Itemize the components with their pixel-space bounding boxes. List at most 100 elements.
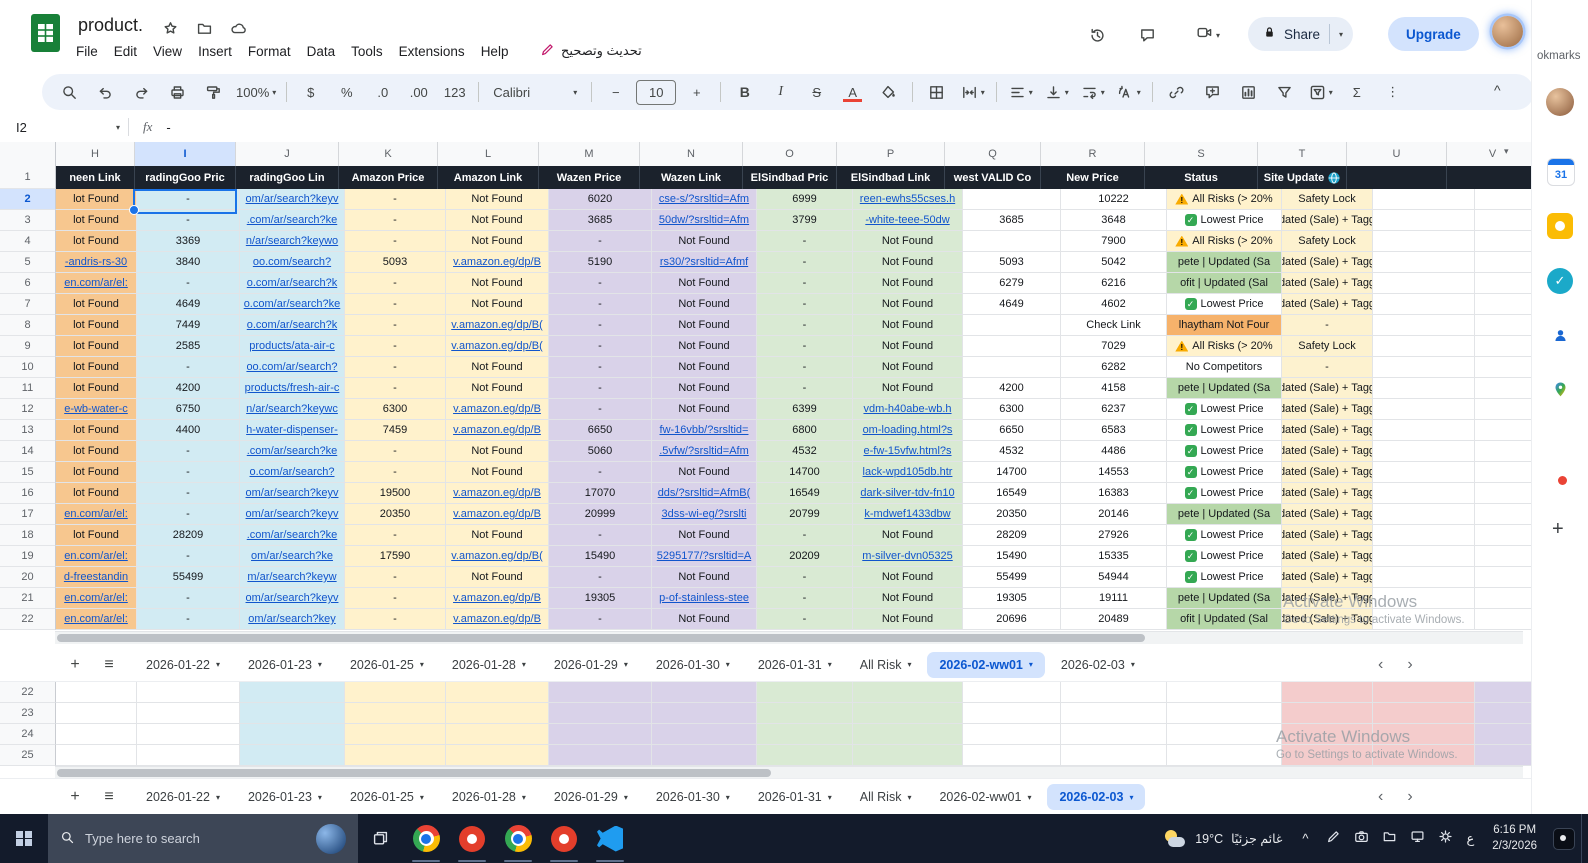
cell-S22[interactable]: ofit | Updated (Sal	[1167, 609, 1282, 630]
cell-T12[interactable]: dated (Sale) + Tagg	[1282, 399, 1373, 420]
cell-I2[interactable]: -	[137, 189, 240, 210]
font-family-button[interactable]: Calibri▾	[485, 78, 585, 106]
cell-T18[interactable]: dated (Sale) + Tagg	[1282, 525, 1373, 546]
sheet-tab-2026-01-29-lower[interactable]: 2026-01-29▾	[542, 784, 640, 810]
add-sheet-button[interactable]: +	[58, 656, 92, 674]
row-header-9[interactable]: 9	[0, 336, 56, 357]
cell-U15[interactable]	[1373, 462, 1475, 483]
cell-M3[interactable]: 3685	[549, 210, 652, 231]
camera-tray-icon[interactable]	[1354, 829, 1369, 849]
row-header-13[interactable]: 13	[0, 420, 56, 441]
cell2-N23[interactable]	[652, 703, 757, 724]
chrome-taskbar-icon[interactable]	[403, 814, 449, 863]
sheet-tab-2026-01-28-upper[interactable]: 2026-01-28▾	[440, 652, 538, 678]
add-sheet-button[interactable]: +	[58, 788, 92, 806]
user-avatar[interactable]	[1492, 16, 1523, 47]
cell-H7[interactable]: lot Found	[56, 294, 137, 315]
cell-H10[interactable]: lot Found	[56, 357, 137, 378]
cell-L21[interactable]: v.amazon.eg/dp/B	[446, 588, 549, 609]
version-history-button[interactable]	[1078, 16, 1116, 54]
column-header-T[interactable]: T	[1258, 142, 1347, 167]
cell-S15[interactable]: ✓Lowest Price	[1167, 462, 1282, 483]
cell-N17[interactable]: 3dss-wi-eg/?srslti	[652, 504, 757, 525]
cell-U17[interactable]	[1373, 504, 1475, 525]
borders-button[interactable]	[919, 78, 954, 106]
cell-O3[interactable]: 3799	[757, 210, 853, 231]
cell2-P25[interactable]	[853, 745, 963, 766]
cell2-L22[interactable]	[446, 682, 549, 703]
cell-N2[interactable]: cse-s/?srsltid=Afm	[652, 189, 757, 210]
zoom-button[interactable]: 100%▾	[232, 78, 280, 106]
header-cell-O[interactable]: ElSindbad Pric	[743, 166, 837, 189]
cell-J9[interactable]: products/ata-air-c	[240, 336, 345, 357]
header-cell-T[interactable]: Site Update	[1258, 166, 1347, 189]
cell-P17[interactable]: k-mdwef1433dbw	[853, 504, 963, 525]
cell-N21[interactable]: p-of-stainless-stee	[652, 588, 757, 609]
cell-N22[interactable]: Not Found	[652, 609, 757, 630]
cell-I13[interactable]: 4400	[137, 420, 240, 441]
sheet-tab-All Risk-upper[interactable]: All Risk▾	[848, 652, 924, 678]
cell2-S23[interactable]	[1167, 703, 1282, 724]
menu-help[interactable]: Help	[473, 41, 517, 62]
cell-T2[interactable]: Safety Lock	[1282, 189, 1373, 210]
show-hidden-icons-button[interactable]: ^	[1292, 814, 1318, 863]
insert-chart-button[interactable]	[1231, 78, 1266, 106]
cell-L19[interactable]: v.amazon.eg/dp/B(	[446, 546, 549, 567]
scroll-dropdown-icon[interactable]: ▾	[1504, 146, 1509, 157]
cell2-N22[interactable]	[652, 682, 757, 703]
cell-H20[interactable]: d-freestandin	[56, 567, 137, 588]
taskbar-search[interactable]: Type here to search	[48, 814, 358, 863]
cell-N18[interactable]: Not Found	[652, 525, 757, 546]
cell-H3[interactable]: lot Found	[56, 210, 137, 231]
cell-P21[interactable]: Not Found	[853, 588, 963, 609]
cell-P14[interactable]: e-fw-15vfw.html?s	[853, 441, 963, 462]
cell2-O22[interactable]	[757, 682, 853, 703]
cell-L14[interactable]: Not Found	[446, 441, 549, 462]
maps-icon[interactable]	[1547, 376, 1573, 402]
cell-P22[interactable]: Not Found	[853, 609, 963, 630]
cell-K19[interactable]: 17590	[345, 546, 446, 567]
vscode-taskbar-icon[interactable]	[587, 814, 633, 863]
row-header-23-lower[interactable]: 23	[0, 703, 56, 724]
cell-N19[interactable]: 5295177/?srsltid=A	[652, 546, 757, 567]
cell-U14[interactable]	[1373, 441, 1475, 462]
cell-S10[interactable]: No Competitors	[1167, 357, 1282, 378]
header-cell-L[interactable]: Amazon Link	[438, 166, 539, 189]
column-header-S[interactable]: S	[1145, 142, 1258, 167]
cell-M17[interactable]: 20999	[549, 504, 652, 525]
cell-S12[interactable]: ✓Lowest Price	[1167, 399, 1282, 420]
tab-scroll-left[interactable]: ‹	[1378, 656, 1383, 674]
cell-T15[interactable]: dated (Sale) + Tagg	[1282, 462, 1373, 483]
cell-Q9[interactable]	[963, 336, 1061, 357]
cell-K10[interactable]: -	[345, 357, 446, 378]
cell2-O24[interactable]	[757, 724, 853, 745]
sheet-tab-2026-02-ww01-lower[interactable]: 2026-02-ww01▾	[927, 784, 1043, 810]
search-highlight-image[interactable]	[316, 824, 346, 854]
cell-J8[interactable]: o.com/ar/search?k	[240, 315, 345, 336]
cell-N14[interactable]: .5vfw/?srsltid=Afm	[652, 441, 757, 462]
language-indicator[interactable]: ع	[1466, 831, 1474, 847]
cell-R12[interactable]: 6237	[1061, 399, 1167, 420]
cell2-T25[interactable]	[1282, 745, 1373, 766]
format-currency-button[interactable]: $	[293, 78, 328, 106]
cell-N9[interactable]: Not Found	[652, 336, 757, 357]
cell-M8[interactable]: -	[549, 315, 652, 336]
cell2-P22[interactable]	[853, 682, 963, 703]
cell2-M25[interactable]	[549, 745, 652, 766]
cell-T19[interactable]: dated (Sale) + Tagg	[1282, 546, 1373, 567]
menu-insert[interactable]: Insert	[190, 41, 240, 62]
cell-R13[interactable]: 6583	[1061, 420, 1167, 441]
cell2-S22[interactable]	[1167, 682, 1282, 703]
cell-L10[interactable]: Not Found	[446, 357, 549, 378]
cell-U4[interactable]	[1373, 231, 1475, 252]
row-header-20[interactable]: 20	[0, 567, 56, 588]
cell-U13[interactable]	[1373, 420, 1475, 441]
cell2-S25[interactable]	[1167, 745, 1282, 766]
cell-O22[interactable]: -	[757, 609, 853, 630]
cell-L22[interactable]: v.amazon.eg/dp/B	[446, 609, 549, 630]
cell-P10[interactable]: Not Found	[853, 357, 963, 378]
sheet-tab-2026-01-31-upper[interactable]: 2026-01-31▾	[746, 652, 844, 678]
cell-M21[interactable]: 19305	[549, 588, 652, 609]
header-cell-I[interactable]: radingGoo Pric	[135, 166, 236, 189]
cell-U5[interactable]	[1373, 252, 1475, 273]
